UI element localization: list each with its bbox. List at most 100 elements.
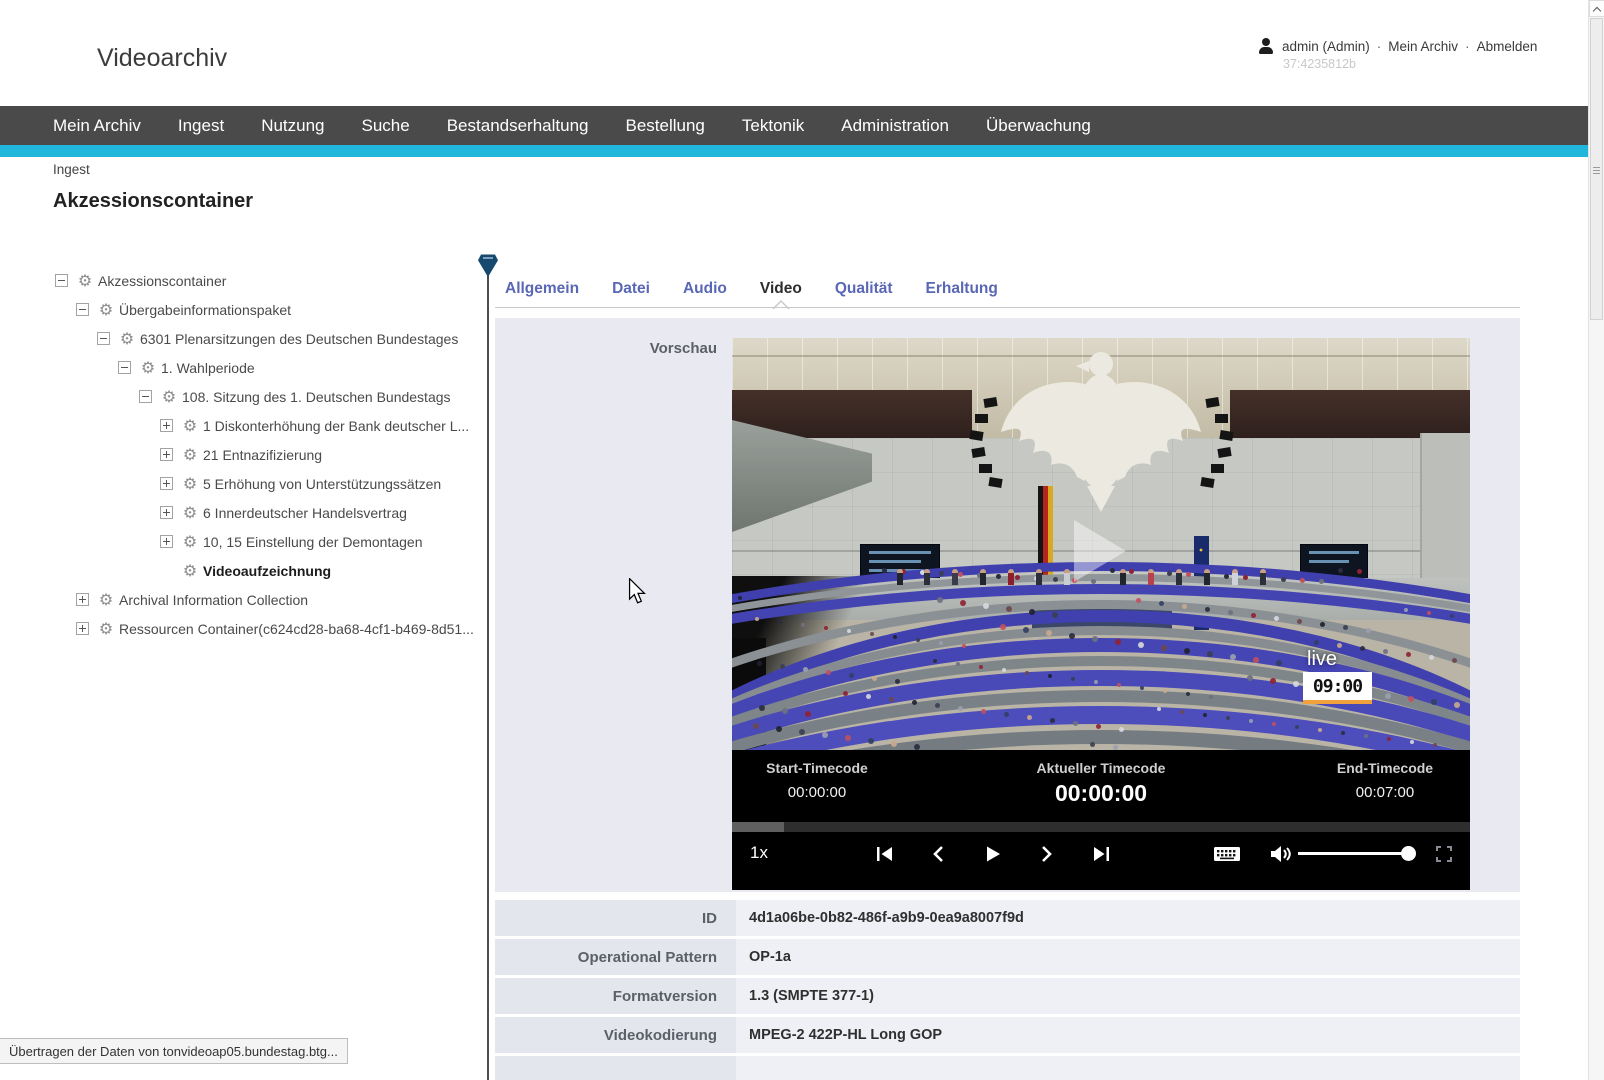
- tree-item-label[interactable]: Übergabeinformationspaket: [119, 302, 291, 318]
- scene-decor: [738, 596, 742, 600]
- scene-decor: [1117, 683, 1121, 687]
- tree-item-plenarsitzungen[interactable]: ⚙ 6301 Plenarsitzungen des Deutschen Bun…: [50, 324, 480, 353]
- tree-item-handelsvertrag[interactable]: ⚙ 6 Innerdeutscher Handelsvertrag: [50, 498, 480, 527]
- fullscreen-icon[interactable]: [1429, 844, 1459, 864]
- scene-decor: [1404, 608, 1408, 612]
- scene-decor: [1383, 649, 1388, 654]
- seek-bar[interactable]: [732, 822, 1470, 832]
- expand-icon[interactable]: [76, 593, 89, 606]
- tree-item-label[interactable]: 1 Diskonterhöhung der Bank deutscher L..…: [203, 418, 469, 434]
- nav-ingest[interactable]: Ingest: [178, 116, 224, 136]
- tree-item-label[interactable]: Archival Information Collection: [119, 592, 308, 608]
- end-timecode-value: 00:07:00: [1300, 784, 1470, 801]
- expand-icon[interactable]: [160, 448, 173, 461]
- current-timecode-value: 00:00:00: [902, 780, 1300, 807]
- tree-item-uebergabeinformationspaket[interactable]: ⚙ Übergabeinformationspaket: [50, 295, 480, 324]
- volume-slider[interactable]: [1298, 852, 1408, 855]
- page-scrollbar[interactable]: [1588, 0, 1604, 1080]
- playback-speed-button[interactable]: 1x: [750, 843, 768, 863]
- tab-datei[interactable]: Datei: [612, 280, 650, 308]
- collapse-icon[interactable]: [55, 274, 68, 287]
- tree-item-ressourcen-container[interactable]: ⚙ Ressourcen Container(c624cd28-ba68-4cf…: [50, 614, 480, 643]
- tab-qualitaet[interactable]: Qualität: [835, 280, 893, 308]
- video-scene[interactable]: live 09:00: [732, 338, 1470, 750]
- tree-item-archival-information-collection[interactable]: ⚙ Archival Information Collection: [50, 585, 480, 614]
- nav-administration[interactable]: Administration: [841, 116, 949, 136]
- tab-video-active[interactable]: Video: [760, 280, 802, 308]
- volume-icon[interactable]: [1265, 844, 1295, 864]
- scene-decor: [980, 569, 986, 585]
- live-badge: live: [1307, 648, 1337, 671]
- scene-decor: [1209, 695, 1213, 699]
- tree-item-sitzung-108[interactable]: ⚙ 108. Sitzung des 1. Deutschen Bundesta…: [50, 382, 480, 411]
- pane-splitter[interactable]: [487, 260, 489, 1080]
- tree-item-label[interactable]: Ressourcen Container(c624cd28-ba68-4cf1-…: [119, 621, 474, 637]
- expand-icon[interactable]: [160, 419, 173, 432]
- collapse-icon[interactable]: [97, 332, 110, 345]
- nav-mein-archiv[interactable]: Mein Archiv: [53, 116, 141, 136]
- abmelden-link[interactable]: Abmelden: [1477, 39, 1538, 54]
- scene-decor: [1115, 639, 1121, 645]
- tree-item-label[interactable]: 5 Erhöhung von Unterstützungssätzen: [203, 476, 441, 492]
- tree-item-akzessionscontainer[interactable]: ⚙ Akzessionscontainer: [50, 266, 480, 295]
- tree-item-demontagen[interactable]: ⚙ 10, 15 Einstellung der Demontagen: [50, 527, 480, 556]
- tree-item-label[interactable]: 6 Innerdeutscher Handelsvertrag: [203, 505, 407, 521]
- tab-audio[interactable]: Audio: [683, 280, 727, 308]
- tree-item-label[interactable]: Akzessionscontainer: [98, 273, 226, 289]
- scene-decor: [849, 673, 854, 678]
- expand-icon[interactable]: [76, 622, 89, 635]
- nav-bestellung[interactable]: Bestellung: [626, 116, 705, 136]
- tree-item-label[interactable]: 1. Wahlperiode: [161, 360, 255, 376]
- scene-decor: [1454, 702, 1460, 708]
- tree-item-wahlperiode[interactable]: ⚙ 1. Wahlperiode: [50, 353, 480, 382]
- step-back-icon[interactable]: [923, 844, 953, 864]
- nav-bestandserhaltung[interactable]: Bestandserhaltung: [447, 116, 589, 136]
- collapse-icon[interactable]: [118, 361, 131, 374]
- nav-suche[interactable]: Suche: [362, 116, 410, 136]
- scene-decor: [872, 676, 877, 681]
- tree-item-label[interactable]: 6301 Plenarsitzungen des Deutschen Bunde…: [140, 331, 458, 347]
- collapse-icon[interactable]: [139, 390, 152, 403]
- scene-decor: [1230, 654, 1236, 660]
- collapse-icon[interactable]: [76, 303, 89, 316]
- tree-item-label[interactable]: Videoaufzeichnung: [203, 563, 331, 579]
- scene-decor: [1281, 577, 1286, 582]
- scene-decor: [1207, 651, 1213, 657]
- tree-item-entnazifizierung[interactable]: ⚙ 21 Entnazifizierung: [50, 440, 480, 469]
- tab-erhaltung[interactable]: Erhaltung: [926, 280, 998, 308]
- tree-item-unterstuetzungssaetze[interactable]: ⚙ 5 Erhöhung von Unterstützungssätzen: [50, 469, 480, 498]
- expand-icon[interactable]: [160, 535, 173, 548]
- breadcrumb[interactable]: Ingest: [53, 162, 90, 177]
- keyboard-shortcuts-icon[interactable]: [1210, 844, 1244, 864]
- scene-decor: [799, 729, 805, 735]
- step-forward-icon[interactable]: [1032, 844, 1062, 864]
- scene-decor: [1167, 571, 1172, 576]
- tree-item-videoaufzeichnung-selected[interactable]: ⚙ Videoaufzeichnung: [50, 556, 480, 585]
- scene-decor: [1338, 568, 1343, 573]
- tree-item-label[interactable]: 21 Entnazifizierung: [203, 447, 322, 463]
- scene-decor: [969, 430, 983, 441]
- play-button-icon[interactable]: [978, 844, 1008, 864]
- scene-decor: [1148, 569, 1154, 585]
- mein-archiv-link[interactable]: Mein Archiv: [1388, 39, 1458, 54]
- scene-decor: [1008, 569, 1014, 585]
- scene-decor: [979, 464, 992, 473]
- nav-nutzung[interactable]: Nutzung: [261, 116, 324, 136]
- tab-allgemein[interactable]: Allgemein: [505, 280, 579, 308]
- volume-slider-knob[interactable]: [1401, 846, 1416, 861]
- scroll-up-icon[interactable]: [1589, 0, 1604, 17]
- scene-decor: [1069, 633, 1075, 639]
- play-overlay-icon[interactable]: [1074, 520, 1126, 582]
- tree-item-label[interactable]: 10, 15 Einstellung der Demontagen: [203, 534, 422, 550]
- nav-tektonik[interactable]: Tektonik: [742, 116, 804, 136]
- expand-icon[interactable]: [160, 477, 173, 490]
- nav-ueberwachung[interactable]: Überwachung: [986, 116, 1091, 136]
- tree-item-diskonterhoehung[interactable]: ⚙ 1 Diskonterhöhung der Bank deutscher L…: [50, 411, 480, 440]
- scrollbar-thumb[interactable]: [1590, 18, 1603, 320]
- expand-icon[interactable]: [160, 506, 173, 519]
- skip-to-end-icon[interactable]: [1086, 844, 1116, 864]
- tree-item-label[interactable]: 108. Sitzung des 1. Deutschen Bundestags: [182, 389, 451, 405]
- skip-to-start-icon[interactable]: [869, 844, 899, 864]
- scene-decor: [939, 641, 943, 645]
- page-title: Akzessionscontainer: [53, 190, 253, 213]
